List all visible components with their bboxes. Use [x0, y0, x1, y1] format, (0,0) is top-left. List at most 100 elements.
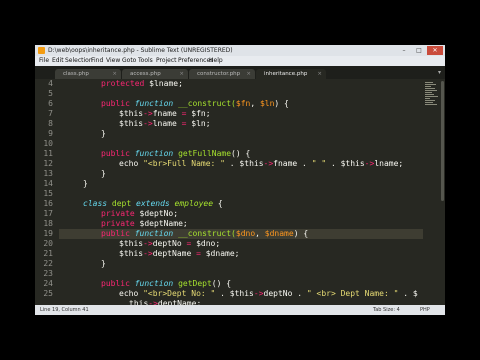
title-bar: D:\web\oops\inheritance.php - Sublime Te…	[35, 45, 445, 56]
code-token: $dno;	[191, 239, 221, 248]
code-token: extends	[136, 199, 175, 208]
code-token: () {	[211, 279, 232, 288]
minimize-button[interactable]: –	[397, 46, 411, 55]
syntax-selector[interactable]: PHP	[420, 305, 430, 315]
code-token: __construct(	[173, 229, 236, 238]
menu-bar: File Edit Selection Find View Goto Tools…	[35, 56, 445, 66]
menu-goto[interactable]: Goto	[122, 56, 136, 66]
line-number-gutter: 4 5 6 7 8 9 10 11 12 13 14 15 16 17 18 19 20 21 22 23 24 25	[35, 79, 57, 313]
close-button[interactable]: ✕	[427, 46, 443, 55]
code-token: "<br>Full Name: "	[143, 159, 225, 168]
line-number: 13	[43, 169, 53, 178]
code-token: ,	[255, 229, 265, 238]
code-line: $this->deptName = $dname;	[119, 249, 239, 259]
code-token: $deptName;	[139, 219, 188, 228]
line-number: 22	[43, 259, 53, 268]
code-token: public	[101, 279, 135, 288]
code-token: getFullName	[173, 149, 232, 158]
menu-view[interactable]: View	[106, 56, 120, 66]
code-line: public function getDept() {	[101, 279, 231, 289]
code-token: . $	[398, 289, 418, 298]
code-line: echo "<br>Dept No: " . $this->deptNo . "…	[119, 289, 418, 299]
tab-inheritance-php[interactable]: inheritance.php ×	[256, 69, 326, 79]
code-token: public	[101, 149, 135, 158]
status-bar: Line 19, Column 41 Tab Size: 4 PHP	[35, 305, 445, 315]
line-number: 4	[48, 79, 53, 88]
vertical-scrollbar[interactable]	[441, 81, 444, 201]
code-line: public function getFullName() {	[101, 149, 250, 159]
line-number: 17	[43, 209, 53, 218]
menu-tools[interactable]: Tools	[138, 56, 153, 66]
code-token: getDept	[173, 279, 212, 288]
close-tab-icon[interactable]: ×	[179, 69, 184, 79]
tab-size-selector[interactable]: Tab Size: 4	[373, 305, 400, 315]
app-icon	[38, 47, 45, 54]
code-token: protected	[101, 79, 145, 88]
tab-label: inheritance.php	[264, 71, 308, 77]
maximize-button[interactable]: □	[412, 46, 426, 55]
line-number: 8	[48, 119, 53, 128]
code-token: employee	[174, 199, 214, 208]
code-token: "<br>Dept No: "	[143, 289, 216, 298]
code-token: }	[83, 179, 88, 188]
menu-find[interactable]: Find	[91, 56, 103, 66]
code-token: " "	[311, 159, 327, 168]
code-token: ->	[143, 249, 153, 258]
menu-help[interactable]: Help	[209, 56, 223, 66]
menu-edit[interactable]: Edit	[52, 56, 64, 66]
code-token: public	[101, 99, 135, 108]
code-token: ->	[143, 119, 153, 128]
line-number: 25	[43, 289, 53, 298]
code-token: $ln;	[186, 119, 211, 128]
code-token: ->	[253, 289, 264, 298]
code-line: $this->lname = $ln;	[119, 119, 211, 129]
code-token: ->	[143, 239, 153, 248]
code-token: echo	[119, 289, 144, 298]
minimap[interactable]	[425, 82, 439, 112]
code-token: function	[134, 279, 174, 288]
code-token: . $this	[326, 159, 365, 168]
line-number: 6	[48, 99, 53, 108]
code-token: ) {	[274, 99, 289, 108]
close-tab-icon[interactable]: ×	[246, 69, 251, 79]
menu-preferences[interactable]: Preferences	[178, 56, 213, 66]
code-token: fname .	[273, 159, 312, 168]
code-token: ) {	[293, 229, 309, 238]
line-number: 21	[43, 249, 53, 258]
line-number: 12	[43, 159, 53, 168]
line-number: 16	[43, 199, 53, 208]
code-token: deptName	[152, 249, 197, 258]
code-editor[interactable]: protected $lname; public function __const…	[59, 79, 423, 308]
line-number: 5	[48, 89, 53, 98]
tab-class-php[interactable]: class.php ×	[55, 69, 121, 79]
code-token: . $this	[224, 159, 264, 168]
code-token: $this	[119, 119, 144, 128]
close-tab-icon[interactable]: ×	[112, 69, 117, 79]
tab-constructor-php[interactable]: constructor.php ×	[189, 69, 255, 79]
code-line: echo "<br>Full Name: " . $this->fname . …	[119, 159, 403, 169]
tab-label: constructor.php	[197, 71, 241, 77]
code-token: $dname	[264, 229, 294, 238]
menu-project[interactable]: Project	[156, 56, 177, 66]
code-line: class dept extends employee {	[83, 199, 223, 209]
code-line: }	[83, 179, 88, 189]
code-token: ->	[143, 109, 153, 118]
code-token: $dname;	[200, 249, 240, 258]
code-token: () {	[231, 149, 251, 158]
code-token: class	[83, 199, 112, 208]
menu-file[interactable]: File	[39, 56, 49, 66]
line-number: 11	[43, 149, 53, 158]
code-token: $fn	[235, 99, 251, 108]
code-token: $ln	[259, 99, 275, 108]
menu-selection[interactable]: Selection	[65, 56, 93, 66]
code-line: }	[101, 169, 106, 179]
code-token: }	[101, 129, 106, 138]
code-token: function	[134, 229, 174, 238]
code-token: dept	[111, 199, 136, 208]
code-token: $lname;	[144, 79, 183, 88]
line-number: 20	[43, 239, 53, 248]
chevron-down-icon[interactable]: ▾	[438, 69, 441, 76]
tab-access-php[interactable]: access.php ×	[122, 69, 188, 79]
code-token: function	[134, 149, 174, 158]
close-tab-icon[interactable]: ×	[317, 69, 322, 79]
